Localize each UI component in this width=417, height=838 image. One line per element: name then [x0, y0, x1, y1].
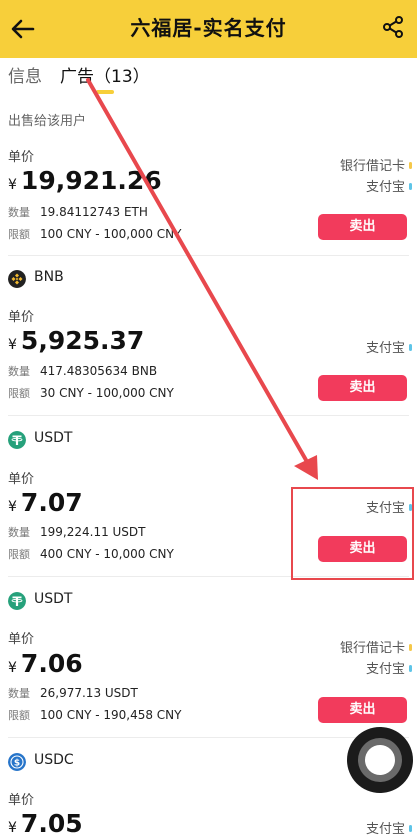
limit-row: 限额 100 CNY - 190,458 CNY — [8, 707, 182, 723]
divider — [8, 255, 409, 256]
currency-symbol: ¥ — [8, 660, 17, 676]
sell-button[interactable]: 卖出 — [318, 375, 407, 401]
price-value: 19,921.26 — [20, 166, 162, 195]
coin-name: USDT — [34, 591, 73, 607]
svg-text:$: $ — [14, 758, 20, 768]
payment-method: 支付宝 — [365, 658, 412, 677]
price-value: 5,925.37 — [20, 326, 145, 355]
quantity-label: 数量 — [8, 206, 30, 219]
limit-value: 100 CNY - 100,000 CNY — [40, 227, 182, 241]
price-label: 单价 — [8, 793, 35, 808]
sell-button[interactable]: 卖出 — [318, 697, 407, 723]
price-value: 7.05 — [20, 809, 83, 838]
quantity-row: 数量 417.48305634 BNB — [8, 363, 157, 379]
unit-price: ¥7.07 — [8, 488, 83, 517]
payment-label: 支付宝 — [365, 341, 405, 356]
currency-symbol: ¥ — [8, 820, 17, 836]
section-label: 出售给该用户 — [8, 114, 87, 129]
floating-assistive-button[interactable] — [347, 727, 413, 793]
currency-symbol: ¥ — [8, 337, 17, 353]
limit-row: 限额 30 CNY - 100,000 CNY — [8, 385, 174, 401]
quantity-label: 数量 — [8, 526, 30, 539]
price-label: 单价 — [8, 310, 35, 325]
limit-row: 限额 100 CNY - 100,000 CNY — [8, 226, 182, 242]
quantity-row: 数量 199,224.11 USDT — [8, 524, 146, 540]
limit-value: 400 CNY - 10,000 CNY — [40, 547, 174, 561]
limit-label: 限额 — [8, 228, 30, 241]
coin-name: USDC — [34, 752, 74, 768]
payment-label: 银行借记卡 — [339, 159, 405, 174]
annotation-highlight-box — [291, 487, 414, 580]
price-label: 单价 — [8, 632, 35, 647]
payment-method: 银行借记卡 — [339, 155, 412, 174]
bnb-logo-icon — [8, 270, 26, 288]
quantity-value: 199,224.11 USDT — [40, 525, 146, 539]
coin-name: USDT — [34, 430, 73, 446]
unit-price: ¥7.05 — [8, 809, 83, 838]
price-value: 7.06 — [20, 649, 83, 678]
quantity-value: 26,977.13 USDT — [40, 686, 138, 700]
quantity-row: 数量 19.84112743 ETH — [8, 204, 148, 220]
payment-label: 支付宝 — [365, 180, 405, 195]
divider — [8, 737, 409, 738]
payment-dot-icon — [409, 162, 412, 169]
payment-label: 支付宝 — [365, 662, 405, 677]
payment-dot-icon — [409, 665, 412, 672]
currency-symbol: ¥ — [8, 177, 17, 193]
limit-row: 限额 400 CNY - 10,000 CNY — [8, 546, 174, 562]
unit-price: ¥19,921.26 — [8, 166, 162, 195]
limit-value: 30 CNY - 100,000 CNY — [40, 386, 174, 400]
quantity-value: 417.48305634 BNB — [40, 364, 158, 378]
payment-dot-icon — [409, 344, 412, 351]
payment-label: 支付宝 — [365, 822, 405, 837]
unit-price: ¥7.06 — [8, 649, 83, 678]
sell-button[interactable]: 卖出 — [318, 214, 407, 240]
limit-label: 限额 — [8, 709, 30, 722]
currency-symbol: ¥ — [8, 499, 17, 515]
quantity-label: 数量 — [8, 365, 30, 378]
tab-info[interactable]: 信息 — [8, 62, 42, 87]
payment-dot-icon — [409, 644, 412, 651]
price-label: 单价 — [8, 472, 35, 487]
coin-name: BNB — [34, 269, 64, 285]
usdt-logo-icon — [8, 431, 26, 449]
payment-method: 支付宝 — [365, 176, 412, 195]
active-tab-indicator — [96, 90, 114, 94]
page-title: 六福居-实名支付 — [130, 16, 287, 40]
limit-label: 限额 — [8, 387, 30, 400]
quantity-row: 数量 26,977.13 USDT — [8, 685, 138, 701]
payment-dot-icon — [409, 825, 412, 832]
price-label: 单价 — [8, 150, 35, 165]
tab-ads[interactable]: 广告（13） — [60, 62, 150, 87]
tab-bar: 信息 广告（13） — [0, 58, 417, 96]
app-header: 六福居-实名支付 — [0, 0, 417, 58]
price-value: 7.07 — [20, 488, 83, 517]
share-icon[interactable] — [381, 15, 405, 39]
usdc-logo-icon: $ — [8, 753, 26, 771]
unit-price: ¥5,925.37 — [8, 326, 144, 355]
divider — [8, 415, 409, 416]
usdt-logo-icon — [8, 592, 26, 610]
assistive-center-icon — [365, 745, 395, 775]
payment-method: 支付宝 — [365, 818, 412, 837]
payment-label: 银行借记卡 — [339, 641, 405, 656]
limit-value: 100 CNY - 190,458 CNY — [40, 708, 182, 722]
payment-method: 银行借记卡 — [339, 637, 412, 656]
quantity-label: 数量 — [8, 687, 30, 700]
payment-dot-icon — [409, 183, 412, 190]
quantity-value: 19.84112743 ETH — [40, 205, 148, 219]
payment-method: 支付宝 — [365, 337, 412, 356]
limit-label: 限额 — [8, 548, 30, 561]
